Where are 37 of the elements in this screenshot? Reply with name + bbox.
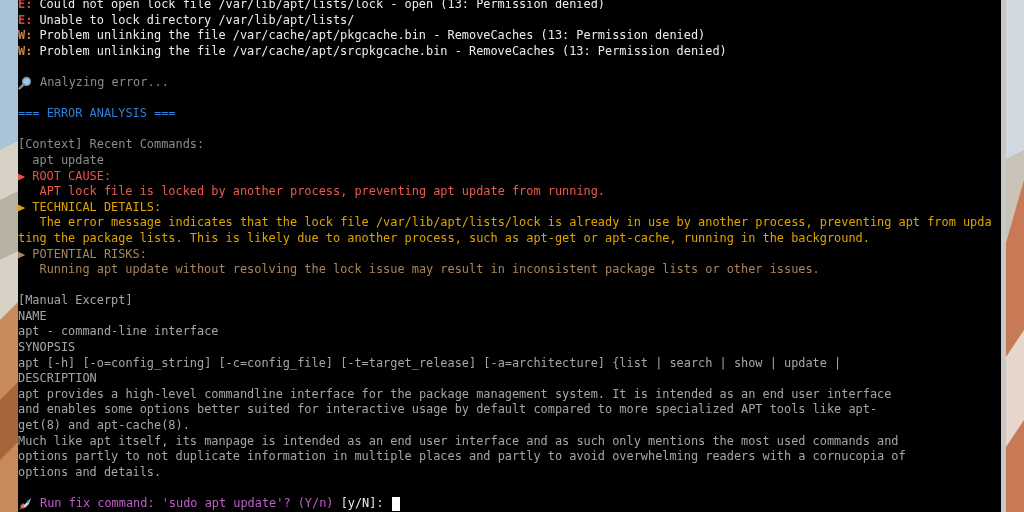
section-heading: ROOT CAUSE:: [32, 168, 112, 185]
warning-label: W:: [18, 28, 33, 44]
bullet-marker: ▶: [18, 246, 26, 263]
manual-text: apt - command-line interface: [18, 324, 219, 341]
manual-text: Much like apt itself, its manpage is intended as an end user interface and as such only mentions the most used commands and: [18, 433, 899, 450]
section-heading: POTENTIAL RISKS:: [32, 246, 147, 263]
section-heading: === ERROR ANALYSIS ===: [18, 106, 176, 122]
manual-text: apt [-h] [-o=config_string] [-c=config_file] [-t=target_release] [-a=architecture] {list | search | show | update |: [18, 355, 842, 372]
warning-message: Problem unlinking the file /var/cache/apt/srcpkgcache.bin - RemoveCaches (13: Permission denied): [39, 43, 727, 60]
error-message: Unable to lock directory /var/lib/apt/lists/: [39, 12, 355, 29]
manual-text: [Manual Excerpt]: [18, 293, 133, 309]
manual-text: DESCRIPTION: [18, 371, 97, 387]
manual-text: options partly to not duplicate information in multiple places and partly to avoid overwhelming readers with a cornucopia of: [18, 449, 906, 465]
manual-text: options and details.: [18, 464, 162, 481]
manual-text: get(8) and apt-cache(8).: [18, 418, 190, 434]
context-heading: [Context] Recent Commands:: [18, 137, 205, 153]
details-text: ting the package lists. This is likely due to another process, such as apt-get or apt-cache, running in the background.: [18, 230, 870, 247]
cause-text: APT lock file is locked by another process, preventing apt update from running.: [39, 184, 605, 200]
command-text: apt update: [32, 152, 104, 169]
manual-text: and enables some options better suited for interactive usage by default compared to more specialized APT tools like apt-: [18, 402, 878, 419]
text-cursor: [391, 496, 400, 511]
bullet-marker: ▶: [18, 199, 26, 216]
bullet-marker: ▶: [18, 168, 26, 185]
manual-text: SYNOPSIS: [18, 340, 76, 356]
prompt-text: Run fix command: 'sudo apt update'? (Y/n): [40, 496, 334, 512]
warning-label: W:: [18, 43, 33, 60]
risk-text: Running apt update without resolving the lock issue may result in inconsistent package lists or other issues.: [39, 262, 820, 278]
section-heading: TECHNICAL DETAILS:: [32, 199, 162, 216]
error-label: E:: [18, 0, 33, 13]
manual-text: apt provides a high-level commandline interface for the package management system. It is intended as an end user interface: [18, 386, 892, 403]
warning-message: Problem unlinking the file /var/cache/apt/pkgcache.bin - RemoveCaches (13: Permission denied): [39, 28, 706, 44]
search-icon: [18, 75, 32, 90]
prompt-choice: [y/N]:: [340, 496, 384, 512]
error-label: E:: [18, 12, 33, 29]
manual-text: NAME: [18, 308, 47, 325]
details-text: The error message indicates that the lock file /var/lib/apt/lists/lock is already in use by another process, preventing apt from upda: [39, 215, 992, 231]
status-text: Analyzing error...: [40, 74, 169, 91]
